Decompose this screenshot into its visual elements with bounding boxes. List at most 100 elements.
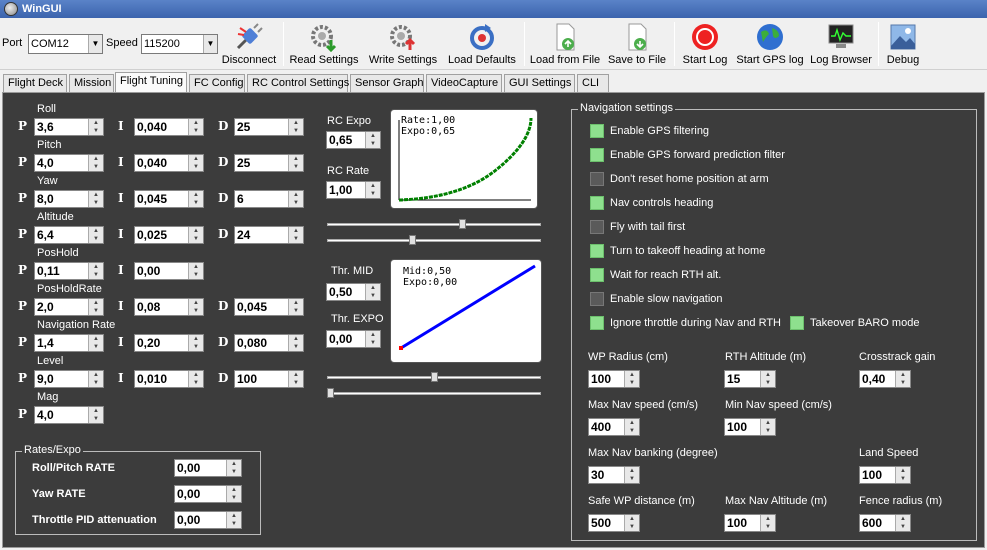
- pid-yaw-d-input[interactable]: 6 ▲ ▼: [234, 190, 304, 208]
- pid-navigation-rate-p-input[interactable]: 1,4 ▲ ▼: [34, 334, 104, 352]
- pid-pitch-i-input[interactable]: 0,040 ▲ ▼: [134, 154, 204, 172]
- spin-buttons[interactable]: ▲ ▼: [88, 155, 103, 171]
- spin-buttons[interactable]: ▲ ▼: [624, 515, 639, 531]
- pid-navigation-rate-i-input[interactable]: 0,20 ▲ ▼: [134, 334, 204, 352]
- tab-flight-deck[interactable]: Flight Deck: [3, 74, 67, 92]
- pid-poshold-i-input[interactable]: 0,00 ▲ ▼: [134, 262, 204, 280]
- spin-buttons[interactable]: ▲ ▼: [624, 371, 639, 387]
- pid-altitude-p-input[interactable]: 6,4 ▲ ▼: [34, 226, 104, 244]
- crosstrack-input[interactable]: 0,40 ▲ ▼: [859, 370, 911, 388]
- spin-buttons[interactable]: ▲ ▼: [88, 263, 103, 279]
- wp-radius-input[interactable]: 100 ▲ ▼: [588, 370, 640, 388]
- log-browser-button[interactable]: Log Browser: [808, 20, 874, 68]
- start-gps-log-button[interactable]: Start GPS log: [734, 20, 806, 68]
- rc-rate-slider[interactable]: [327, 235, 541, 245]
- read-settings-button[interactable]: Read Settings: [288, 20, 360, 68]
- safe-wp-distance-input[interactable]: 500 ▲ ▼: [588, 514, 640, 532]
- spin-buttons[interactable]: ▲ ▼: [895, 371, 910, 387]
- pid-posholdrate-d-input[interactable]: 0,045 ▲ ▼: [234, 298, 304, 316]
- roll-pitch-rate-input[interactable]: 0,00 ▲ ▼: [174, 459, 242, 477]
- spin-buttons[interactable]: ▲ ▼: [88, 335, 103, 351]
- tab-cli[interactable]: CLI: [577, 74, 609, 92]
- spin-buttons[interactable]: ▲ ▼: [88, 407, 103, 423]
- start-log-button[interactable]: Start Log: [678, 20, 732, 68]
- spin-buttons[interactable]: ▲ ▼: [288, 299, 303, 315]
- chevron-down-icon[interactable]: ▼: [88, 35, 102, 53]
- debug-button[interactable]: Debug: [882, 20, 924, 68]
- spin-buttons[interactable]: ▲ ▼: [895, 467, 910, 483]
- spin-buttons[interactable]: ▲ ▼: [88, 227, 103, 243]
- pid-roll-d-input[interactable]: 25 ▲ ▼: [234, 118, 304, 136]
- tab-flight-tuning[interactable]: Flight Tuning: [115, 72, 187, 93]
- nav-checkbox[interactable]: [590, 316, 604, 330]
- load-defaults-button[interactable]: Load Defaults: [446, 20, 518, 68]
- spin-buttons[interactable]: ▲ ▼: [624, 419, 639, 435]
- nav-checkbox[interactable]: [590, 124, 604, 138]
- nav-checkbox[interactable]: [590, 268, 604, 282]
- spin-buttons[interactable]: ▲ ▼: [226, 512, 241, 528]
- tab-rc-control-settings[interactable]: RC Control Settings: [247, 74, 349, 92]
- spin-buttons[interactable]: ▲ ▼: [88, 371, 103, 387]
- load-from-file-button[interactable]: Load from File: [528, 20, 602, 68]
- rth-altitude-input[interactable]: 15 ▲ ▼: [724, 370, 776, 388]
- spin-buttons[interactable]: ▲ ▼: [188, 227, 203, 243]
- spin-buttons[interactable]: ▲ ▼: [288, 227, 303, 243]
- pid-mag-p-input[interactable]: 4,0 ▲ ▼: [34, 406, 104, 424]
- slider-thumb[interactable]: [459, 219, 466, 229]
- nav-checkbox[interactable]: [590, 220, 604, 234]
- spin-buttons[interactable]: ▲ ▼: [895, 515, 910, 531]
- pid-level-d-input[interactable]: 100 ▲ ▼: [234, 370, 304, 388]
- fence-radius-input[interactable]: 600 ▲ ▼: [859, 514, 911, 532]
- spin-buttons[interactable]: ▲ ▼: [624, 467, 639, 483]
- rc-rate-input[interactable]: 1,00 ▲ ▼: [326, 181, 381, 199]
- tab-fc-config[interactable]: FC Config: [189, 74, 245, 92]
- tab-gui-settings[interactable]: GUI Settings: [504, 74, 575, 92]
- spin-buttons[interactable]: ▲ ▼: [226, 486, 241, 502]
- slider-thumb[interactable]: [409, 235, 416, 245]
- port-select[interactable]: COM12 ▼: [28, 34, 103, 54]
- spin-buttons[interactable]: ▲ ▼: [88, 191, 103, 207]
- spin-buttons[interactable]: ▲ ▼: [288, 191, 303, 207]
- nav-checkbox[interactable]: [590, 244, 604, 258]
- pid-poshold-p-input[interactable]: 0,11 ▲ ▼: [34, 262, 104, 280]
- spin-buttons[interactable]: ▲ ▼: [365, 284, 380, 300]
- land-speed-input[interactable]: 100 ▲ ▼: [859, 466, 911, 484]
- thr-expo-input[interactable]: 0,00 ▲ ▼: [326, 330, 381, 348]
- spin-buttons[interactable]: ▲ ▼: [88, 299, 103, 315]
- pid-yaw-i-input[interactable]: 0,045 ▲ ▼: [134, 190, 204, 208]
- pid-pitch-d-input[interactable]: 25 ▲ ▼: [234, 154, 304, 172]
- thr-mid-input[interactable]: 0,50 ▲ ▼: [326, 283, 381, 301]
- spin-buttons[interactable]: ▲ ▼: [188, 371, 203, 387]
- spin-buttons[interactable]: ▲ ▼: [288, 371, 303, 387]
- disconnect-button[interactable]: Disconnect: [220, 20, 278, 68]
- slider-thumb[interactable]: [327, 388, 334, 398]
- spin-buttons[interactable]: ▲ ▼: [188, 155, 203, 171]
- min-nav-speed-input[interactable]: 100 ▲ ▼: [724, 418, 776, 436]
- spin-buttons[interactable]: ▲ ▼: [365, 182, 380, 198]
- thr-expo-slider[interactable]: [327, 388, 541, 398]
- max-nav-altitude-input[interactable]: 100 ▲ ▼: [724, 514, 776, 532]
- spin-buttons[interactable]: ▲ ▼: [288, 335, 303, 351]
- pid-roll-i-input[interactable]: 0,040 ▲ ▼: [134, 118, 204, 136]
- thr-mid-slider[interactable]: [327, 372, 541, 382]
- nav-checkbox[interactable]: [590, 292, 604, 306]
- pid-altitude-i-input[interactable]: 0,025 ▲ ▼: [134, 226, 204, 244]
- rc-expo-slider[interactable]: [327, 219, 541, 229]
- pid-level-i-input[interactable]: 0,010 ▲ ▼: [134, 370, 204, 388]
- pid-pitch-p-input[interactable]: 4,0 ▲ ▼: [34, 154, 104, 172]
- nav-checkbox[interactable]: [590, 196, 604, 210]
- write-settings-button[interactable]: Write Settings: [366, 20, 440, 68]
- tpa-input[interactable]: 0,00 ▲ ▼: [174, 511, 242, 529]
- speed-select[interactable]: 115200 ▼: [141, 34, 218, 54]
- spin-buttons[interactable]: ▲ ▼: [760, 371, 775, 387]
- rc-expo-input[interactable]: 0,65 ▲ ▼: [326, 131, 381, 149]
- pid-roll-p-input[interactable]: 3,6 ▲ ▼: [34, 118, 104, 136]
- spin-buttons[interactable]: ▲ ▼: [365, 331, 380, 347]
- pid-posholdrate-i-input[interactable]: 0,08 ▲ ▼: [134, 298, 204, 316]
- pid-posholdrate-p-input[interactable]: 2,0 ▲ ▼: [34, 298, 104, 316]
- pid-altitude-d-input[interactable]: 24 ▲ ▼: [234, 226, 304, 244]
- spin-buttons[interactable]: ▲ ▼: [760, 419, 775, 435]
- pid-level-p-input[interactable]: 9,0 ▲ ▼: [34, 370, 104, 388]
- spin-buttons[interactable]: ▲ ▼: [188, 299, 203, 315]
- pid-navigation-rate-d-input[interactable]: 0,080 ▲ ▼: [234, 334, 304, 352]
